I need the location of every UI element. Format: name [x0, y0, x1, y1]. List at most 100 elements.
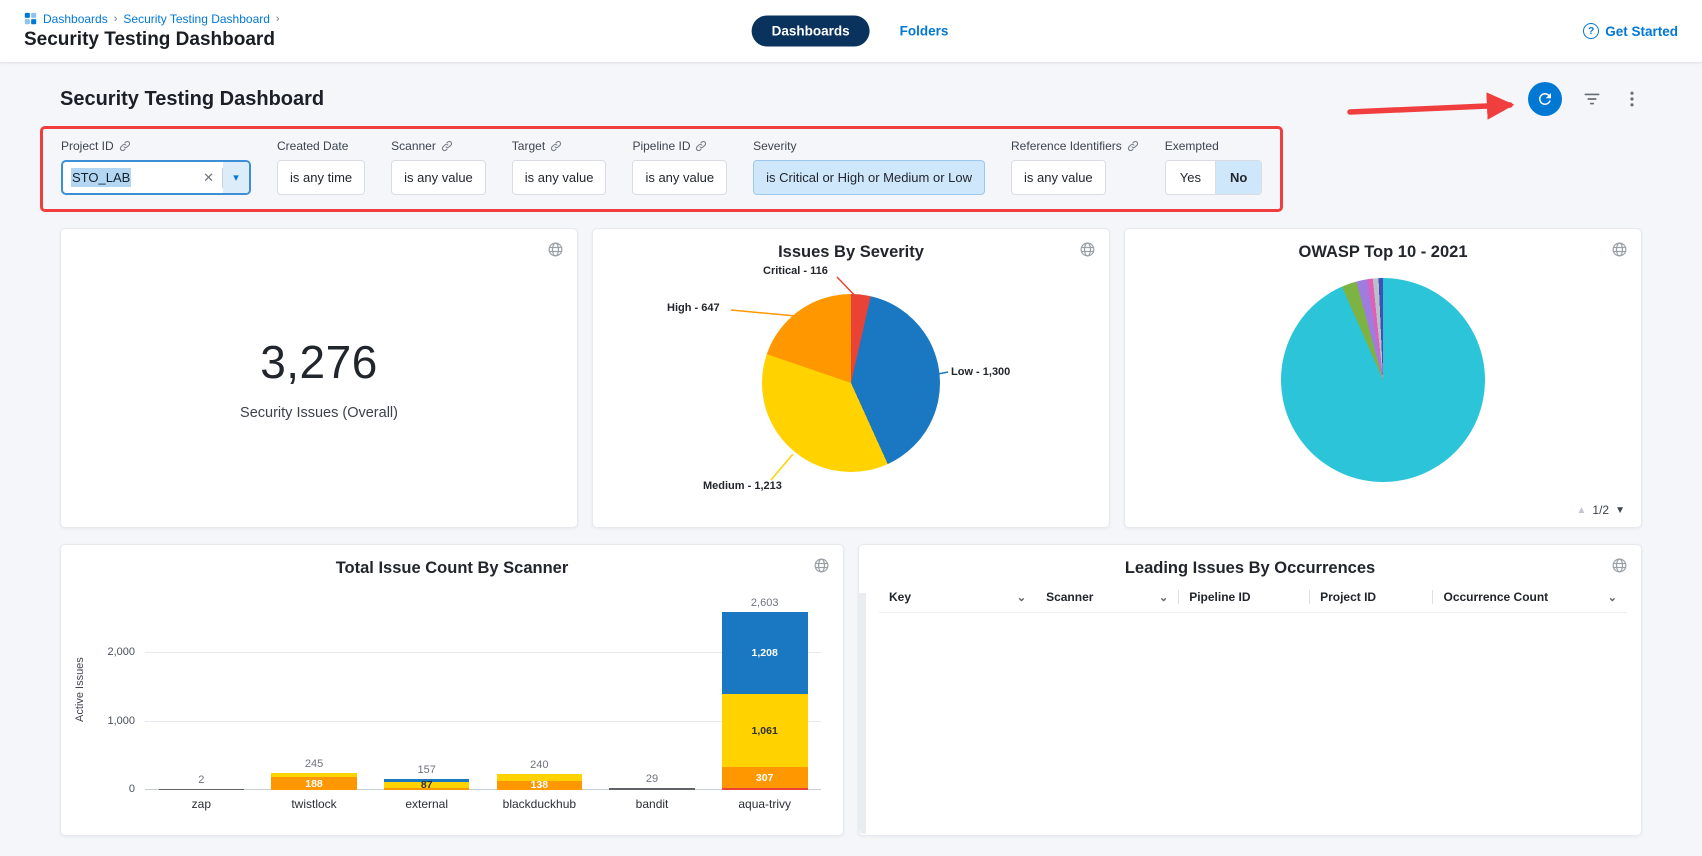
segment-value-label: 138: [531, 779, 549, 791]
header-right: ? Get Started: [1583, 0, 1678, 62]
bar-segment-high: 138: [497, 781, 583, 790]
filter-label: Scanner: [391, 139, 486, 153]
filter-value-severity[interactable]: is Critical or High or Medium or Low: [753, 160, 985, 195]
link-icon: [441, 140, 453, 152]
get-started-label: Get Started: [1605, 24, 1678, 39]
bar-total-label: 240: [530, 759, 548, 771]
dashboard-page: Security Testing Dashboard Project IDSTO…: [0, 62, 1702, 836]
bar-segment-medium: 87: [384, 782, 470, 788]
filter-button[interactable]: [1582, 89, 1602, 109]
link-icon: [1127, 140, 1139, 152]
globe-icon[interactable]: [1611, 241, 1628, 258]
tiles-row-1: 3,276 Security Issues (Overall) Issues B…: [60, 228, 1642, 528]
bar-chart-area: Active Issues 01,0002,000224518815787240…: [61, 578, 843, 811]
table-body: [859, 613, 1641, 803]
bar-blackduckhub[interactable]: 240 138: [483, 590, 596, 790]
security-issues-caption: Security Issues (Overall): [240, 405, 398, 421]
refresh-button[interactable]: [1528, 82, 1562, 116]
more-options-button[interactable]: [1622, 89, 1642, 109]
pie-pager: ▲ 1/2 ▼: [1577, 503, 1626, 517]
annotation-rectangle: Project IDSTO_LAB✕▾Created Dateis any ti…: [40, 126, 1283, 212]
bar-total-label: 2,603: [751, 597, 779, 609]
severity-pie-chart: Critical - 116Low - 1,300Medium - 1,213H…: [651, 262, 1051, 506]
bar-twistlock[interactable]: 245188: [258, 590, 371, 790]
bar-segment-other: [159, 789, 245, 790]
tile-leading-issues-by-occurrences: Leading Issues By Occurrences Key⌄Scanne…: [858, 544, 1642, 836]
globe-icon[interactable]: [1611, 557, 1628, 574]
filter-label: Target: [512, 139, 607, 153]
tile-title: Leading Issues By Occurrences: [859, 545, 1641, 578]
exempted-toggle: YesNo: [1165, 160, 1263, 195]
bar-segment-critical: [722, 788, 808, 790]
clear-icon[interactable]: ✕: [195, 170, 222, 186]
filter-value-reference-identifiers[interactable]: is any value: [1011, 160, 1106, 195]
sort-chevron-icon[interactable]: ⌄: [1017, 591, 1026, 604]
table-scrollbar[interactable]: [859, 593, 866, 834]
bar-segment-high: 188: [271, 777, 357, 790]
tile-title: Total Issue Count By Scanner: [61, 545, 843, 578]
page-down-icon[interactable]: ▼: [1615, 505, 1625, 516]
dashboard-title: Security Testing Dashboard: [60, 88, 324, 111]
nav-tabs: Dashboards Folders: [752, 16, 951, 47]
filter-value-pipeline-id[interactable]: is any value: [632, 160, 727, 195]
bar-segment-medium: [271, 773, 357, 777]
bar-aqua-trivy[interactable]: 2,6033071,0611,208: [708, 590, 821, 790]
link-icon: [550, 140, 562, 152]
column-header-key[interactable]: Key ⌄: [879, 590, 1036, 604]
kebab-menu-icon: [1622, 89, 1642, 109]
y-tick-label: 0: [129, 783, 135, 795]
tile-issues-by-severity: Issues By Severity Critical - 116Low - 1…: [592, 228, 1110, 528]
breadcrumb-separator-icon: ›: [276, 13, 280, 25]
get-started-link[interactable]: ? Get Started: [1583, 23, 1678, 39]
category-label: blackduckhub: [483, 797, 596, 811]
tile-total-issue-count-by-scanner: Total Issue Count By Scanner Active Issu…: [60, 544, 844, 836]
filter-created-date: Created Dateis any time: [277, 139, 365, 195]
globe-icon[interactable]: [547, 241, 564, 258]
tab-folders[interactable]: Folders: [898, 16, 951, 47]
column-header-scanner[interactable]: Scanner⌄: [1036, 590, 1178, 604]
category-label: bandit: [596, 797, 709, 811]
breadcrumb-dashboards[interactable]: Dashboards: [43, 12, 108, 26]
chevron-down-icon[interactable]: ▾: [223, 162, 249, 193]
filter-reference-identifiers: Reference Identifiersis any value: [1011, 139, 1139, 195]
page-indicator: 1/2: [1592, 503, 1609, 517]
pie-label-critical: Critical - 116: [763, 265, 828, 277]
filter-value-created-date[interactable]: is any time: [277, 160, 365, 195]
column-header-pipeline-id[interactable]: Pipeline ID: [1178, 590, 1309, 604]
category-label: zap: [145, 797, 258, 811]
page-up-icon[interactable]: ▲: [1577, 505, 1587, 516]
severity-pie[interactable]: [762, 294, 940, 472]
y-tick-label: 1,000: [107, 715, 135, 727]
breadcrumb-security-testing-dashboard[interactable]: Security Testing Dashboard: [123, 12, 270, 26]
column-label: Occurrence Count: [1443, 590, 1548, 604]
bar-bandit[interactable]: 29: [596, 590, 709, 790]
project-id-combobox[interactable]: STO_LAB✕▾: [61, 160, 251, 195]
header-left: Dashboards › Security Testing Dashboard …: [24, 0, 280, 62]
y-axis-label: Active Issues: [71, 590, 89, 790]
bar-segment-high: 307: [722, 767, 808, 788]
filter-label: Exempted: [1165, 139, 1263, 153]
column-header-occurrence-count[interactable]: Occurrence Count ⌄: [1432, 590, 1626, 604]
tile-title: OWASP Top 10 - 2021: [1125, 229, 1641, 262]
column-header-project-id[interactable]: Project ID: [1309, 590, 1432, 604]
filter-value-scanner[interactable]: is any value: [391, 160, 486, 195]
top-header: Dashboards › Security Testing Dashboard …: [0, 0, 1702, 62]
sort-chevron-icon[interactable]: ⌄: [1608, 591, 1617, 604]
globe-icon[interactable]: [813, 557, 830, 574]
bar-chart: 01,0002,000224518815787240138292,6033071…: [145, 590, 821, 790]
filter-value-target[interactable]: is any value: [512, 160, 607, 195]
filter-label: Pipeline ID: [632, 139, 727, 153]
column-label: Pipeline ID: [1189, 590, 1250, 604]
owasp-pie[interactable]: [1281, 278, 1485, 482]
column-label: Key: [889, 590, 911, 604]
sort-chevron-icon[interactable]: ⌄: [1159, 591, 1168, 604]
category-label: external: [370, 797, 483, 811]
bar-external[interactable]: 15787: [370, 590, 483, 790]
exempted-no-button[interactable]: No: [1215, 161, 1261, 194]
x-axis-labels: zaptwistlockexternalblackduckhubbanditaq…: [145, 797, 821, 811]
globe-icon[interactable]: [1079, 241, 1096, 258]
tab-dashboards[interactable]: Dashboards: [752, 16, 870, 47]
bar-total-label: 29: [646, 773, 658, 785]
exempted-yes-button[interactable]: Yes: [1166, 161, 1215, 194]
bar-zap[interactable]: 2: [145, 590, 258, 790]
